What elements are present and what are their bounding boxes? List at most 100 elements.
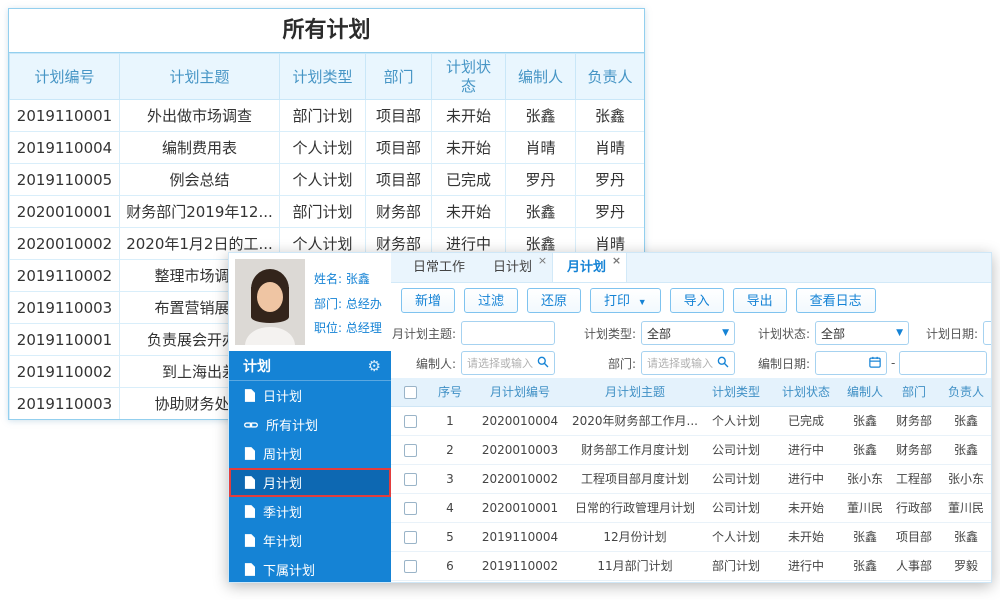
- cell-owner-link[interactable]: 张鑫: [939, 522, 991, 552]
- cell-plan-id: 2019110001: [9, 99, 120, 132]
- sidebar-item-year-plan[interactable]: 年计划: [229, 526, 391, 555]
- cell-subject-link[interactable]: 11月部门计划: [569, 551, 701, 581]
- search-icon[interactable]: [537, 356, 549, 371]
- cell-owner-link[interactable]: 董川民: [939, 493, 991, 523]
- gear-icon[interactable]: ⚙: [368, 357, 381, 375]
- sidebar-item-day-plan[interactable]: 日计划: [229, 381, 391, 410]
- tab-daily-work[interactable]: 日常工作: [399, 253, 479, 282]
- cell-subject-link[interactable]: 工程项目部月度计划: [569, 464, 701, 494]
- cell-owner-link[interactable]: 张鑫: [939, 406, 991, 436]
- cell-status: 未开始: [771, 493, 841, 523]
- filter-button[interactable]: 过滤: [464, 288, 519, 313]
- sidebar-item-week-plan[interactable]: 周计划: [229, 439, 391, 468]
- tab-month-plan[interactable]: 月计划 ×: [552, 253, 628, 282]
- search-icon[interactable]: [717, 356, 729, 371]
- cell-owner-link[interactable]: 罗毅: [939, 551, 991, 581]
- sidebar-item-label: 所有计划: [266, 419, 319, 434]
- column-header-status: 计划状态: [771, 378, 841, 407]
- cell-subject-link[interactable]: 财务部工作月度计划: [569, 435, 701, 465]
- sidebar-item-subordinate-plans[interactable]: 下属计划: [229, 555, 391, 582]
- cell-creator-link[interactable]: 张小东: [841, 464, 889, 494]
- table-row: 2020010001 财务部门2019年12... 部门计划 财务部 未开始 张…: [9, 195, 644, 228]
- creator-input[interactable]: 请选择或输入: [461, 351, 555, 375]
- sidebar-item-all-plans[interactable]: 所有计划: [229, 410, 391, 439]
- cell-dept: 项目部: [889, 522, 939, 552]
- plan-status-select[interactable]: 全部 ▼: [815, 321, 909, 345]
- select-all-checkbox[interactable]: [403, 385, 417, 399]
- cell-creator-link[interactable]: 张鑫: [841, 522, 889, 552]
- cell-type: 部门计划: [279, 99, 366, 132]
- cell-plan-id: 2019110005: [9, 163, 120, 196]
- import-button[interactable]: 导入: [669, 288, 724, 313]
- view-log-button[interactable]: 查看日志: [795, 288, 876, 313]
- tab-bar: 日常工作 日计划 × 月计划 ×: [391, 253, 991, 283]
- cell-type: 部门计划: [279, 195, 366, 228]
- calendar-icon[interactable]: [869, 356, 881, 371]
- cell-no: 5: [429, 522, 471, 552]
- table-row: 2019110001 外出做市场调查 部门计划 项目部 未开始 张鑫 张鑫: [9, 99, 644, 132]
- tab-day-plan[interactable]: 日计划 ×: [479, 253, 552, 282]
- cell-creator-link[interactable]: 张鑫: [841, 435, 889, 465]
- cell-plan-id-link[interactable]: 2019110004: [471, 522, 569, 552]
- column-header-no: 序号: [429, 378, 471, 407]
- cell-subject-link[interactable]: 2020年财务部工作月...: [569, 406, 701, 436]
- cell-owner: 肖晴: [575, 131, 644, 164]
- cell-status: 未开始: [431, 99, 506, 132]
- cell-type: 部门计划: [701, 551, 771, 581]
- row-checkbox[interactable]: [403, 414, 417, 428]
- monthly-plan-table-wrap: 序号 月计划编号 月计划主题 计划类型 计划状态 编制人 部门 负责人 1 20…: [391, 378, 991, 582]
- print-button-label: 打印: [604, 293, 631, 308]
- row-checkbox[interactable]: [403, 501, 417, 515]
- cell-subject: 财务部门2019年12...: [119, 195, 280, 228]
- plan-type-select[interactable]: 全部 ▼: [641, 321, 735, 345]
- cell-creator-link[interactable]: 张鑫: [841, 406, 889, 436]
- document-icon: [244, 389, 255, 402]
- cell-select: [391, 551, 429, 581]
- cell-owner-link[interactable]: 张鑫: [939, 435, 991, 465]
- cell-creator-link[interactable]: 张鑫: [841, 551, 889, 581]
- dept-input[interactable]: 请选择或输入: [641, 351, 735, 375]
- sidebar-item-label: 日计划: [263, 390, 303, 405]
- cell-subject-link[interactable]: 12月份计划: [569, 522, 701, 552]
- cell-type: 公司计划: [701, 493, 771, 523]
- avatar: [235, 259, 305, 345]
- row-checkbox[interactable]: [403, 530, 417, 544]
- cell-plan-id-link[interactable]: 2020010004: [471, 406, 569, 436]
- cell-status: 未开始: [771, 522, 841, 552]
- print-button[interactable]: 打印 ▼: [590, 288, 661, 313]
- document-icon: [244, 534, 255, 547]
- export-button[interactable]: 导出: [732, 288, 787, 313]
- sidebar-item-month-plan[interactable]: 月计划: [229, 468, 391, 497]
- avatar-image: [235, 259, 305, 345]
- cell-creator-link[interactable]: 董川民: [841, 493, 889, 523]
- cell-plan-id-link[interactable]: 2020010001: [471, 493, 569, 523]
- cell-subject: 编制费用表: [119, 131, 280, 164]
- created-date-start-input[interactable]: [815, 351, 887, 375]
- plan-module-window: 姓名: 张鑫 部门: 总经办 职位: 总经理 计划 ⚙ 日计划 所有计划 周计划…: [228, 252, 992, 583]
- cell-subject-link[interactable]: 日常的行政管理月计划: [569, 493, 701, 523]
- row-checkbox[interactable]: [403, 559, 417, 573]
- reset-button[interactable]: 还原: [527, 288, 582, 313]
- row-checkbox[interactable]: [403, 443, 417, 457]
- subject-input[interactable]: [461, 321, 555, 345]
- close-icon[interactable]: ×: [538, 255, 547, 266]
- created-date-end-input[interactable]: [899, 351, 988, 375]
- page-title: 所有计划: [9, 9, 644, 53]
- add-button[interactable]: 新增: [401, 288, 456, 313]
- cell-plan-id: 2020010002: [9, 227, 120, 260]
- document-icon: [244, 505, 255, 518]
- cell-plan-id: 2019110002: [9, 355, 120, 388]
- plan-type-value: 全部: [647, 326, 672, 341]
- cell-plan-id-link[interactable]: 2020010003: [471, 435, 569, 465]
- close-icon[interactable]: ×: [612, 255, 621, 266]
- plan-date-input[interactable]: [983, 321, 991, 345]
- cell-owner-link[interactable]: 张小东: [939, 464, 991, 494]
- cell-status: 已完成: [431, 163, 506, 196]
- cell-plan-id: 2019110003: [9, 387, 120, 419]
- sidebar-item-quarter-plan[interactable]: 季计划: [229, 497, 391, 526]
- row-checkbox[interactable]: [403, 472, 417, 486]
- table-row: 4 2020010001 日常的行政管理月计划 公司计划 未开始 董川民 行政部…: [391, 493, 991, 523]
- column-header-plan-id: 计划编号: [9, 53, 120, 100]
- cell-plan-id-link[interactable]: 2020010002: [471, 464, 569, 494]
- cell-plan-id-link[interactable]: 2019110002: [471, 551, 569, 581]
